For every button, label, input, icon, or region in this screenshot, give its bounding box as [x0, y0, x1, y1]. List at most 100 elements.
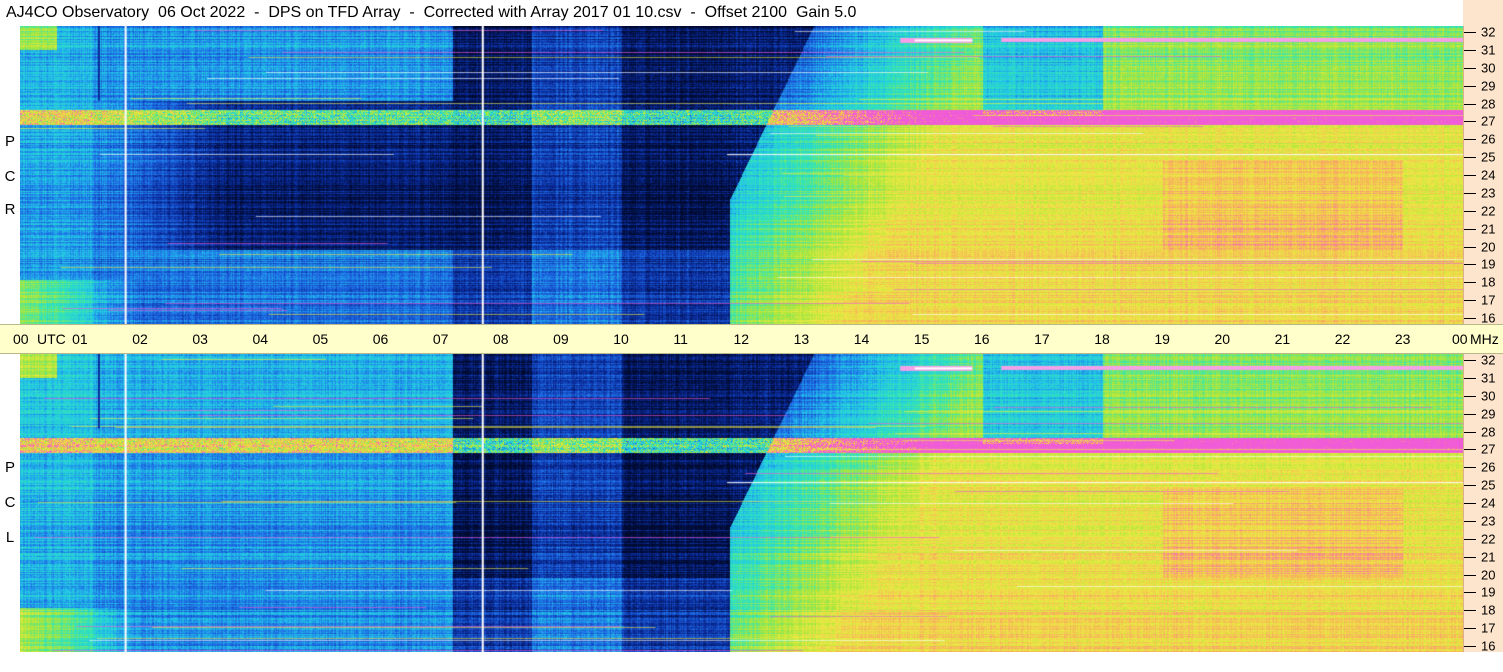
time-tick-label: 03: [192, 331, 208, 347]
time-tick-label: 12: [733, 331, 750, 347]
frequency-tick: [1464, 360, 1476, 361]
time-tick-label: 20: [1214, 331, 1231, 347]
time-tick-label: 00: [13, 331, 29, 347]
frequency-tick-label: 20: [1481, 239, 1496, 254]
frequency-tick-label: 19: [1481, 256, 1496, 272]
utc-unit-label: UTC: [37, 331, 66, 347]
frequency-tick-label: 18: [1481, 602, 1496, 618]
frequency-tick: [1464, 192, 1476, 194]
frequency-tick: [1464, 628, 1476, 630]
frequency-tick-label: 25: [1481, 149, 1496, 165]
frequency-tick: [1464, 503, 1476, 504]
rcp-spectrogram: [20, 26, 1463, 324]
lcp-frequency-axis: 16 17 18 19 20 21 22 23 24 25 26 27 28 29 30 31 32: [1463, 352, 1503, 654]
frequency-tick: [1464, 318, 1476, 319]
frequency-tick-label: 29: [1481, 406, 1496, 422]
frequency-tick-label: 26: [1481, 131, 1496, 147]
utc-time-axis: 00 01 02 03 04 05 06 07 08 09 10 11 12 13 14 15 16 17 18 19…: [0, 324, 1503, 354]
frequency-tick-label: 18: [1481, 274, 1496, 290]
frequency-tick: [1464, 49, 1476, 51]
lcp-letter-c: C: [4, 494, 16, 511]
frequency-tick-label: 24: [1481, 495, 1496, 511]
frequency-tick-label: 17: [1481, 620, 1496, 636]
time-tick-label: 07: [432, 331, 449, 347]
time-tick-label: 23: [1394, 331, 1411, 347]
time-tick-label: 05: [312, 331, 329, 347]
frequency-tick: [1464, 246, 1476, 248]
time-tick-label: 06: [372, 331, 389, 347]
frequency-tick: [1464, 157, 1476, 159]
time-tick-label: 19: [1154, 331, 1170, 347]
frequency-tick-label: 20: [1481, 567, 1496, 582]
time-tick-label: 01: [72, 331, 88, 347]
frequency-tick-label: 19: [1481, 584, 1496, 600]
frequency-tick-label: 32: [1481, 24, 1496, 40]
frequency-tick-label: 28: [1481, 96, 1496, 111]
frequency-tick-label: 23: [1481, 185, 1496, 201]
time-tick-label: 11: [673, 331, 688, 347]
frequency-tick: [1464, 485, 1476, 487]
frequency-tick: [1464, 538, 1476, 540]
frequency-tick: [1464, 228, 1476, 230]
frequency-tick: [1464, 32, 1476, 33]
time-tick-label: 15: [913, 331, 930, 347]
frequency-tick-label: 27: [1481, 441, 1496, 457]
frequency-tick: [1464, 610, 1476, 612]
time-tick-label: 09: [553, 331, 569, 347]
frequency-tick: [1464, 377, 1476, 379]
frequency-tick-label: 30: [1481, 60, 1496, 76]
time-tick-label: 02: [132, 331, 148, 347]
frequency-tick: [1464, 175, 1476, 176]
time-tick-label: 08: [493, 331, 509, 347]
frequency-tick: [1464, 556, 1476, 558]
time-tick-label: 16: [974, 331, 990, 347]
frequency-tick-label: 16: [1481, 310, 1496, 326]
rcp-letter-r: R: [4, 201, 16, 218]
frequency-tick-label: 16: [1481, 638, 1496, 654]
frequency-tick: [1464, 282, 1476, 284]
frequency-tick-label: 30: [1481, 388, 1496, 404]
frequency-tick-label: 22: [1481, 531, 1496, 547]
frequency-tick: [1464, 210, 1476, 212]
time-tick-label: 14: [853, 331, 870, 347]
frequency-tick: [1464, 121, 1476, 123]
lcp-letter-p: P: [4, 459, 15, 476]
frequency-tick: [1464, 592, 1476, 594]
title-bar-margin: [1463, 0, 1503, 26]
frequency-tick: [1464, 395, 1476, 397]
frequency-tick: [1464, 67, 1476, 69]
frequency-tick-label: 25: [1481, 477, 1496, 493]
frequency-tick: [1464, 85, 1476, 87]
frequency-tick: [1464, 139, 1476, 141]
time-tick-label: 13: [793, 331, 810, 347]
lcp-letter-l: L: [5, 529, 15, 546]
rcp-letter-p: P: [4, 133, 15, 150]
time-tick-label: 21: [1274, 331, 1291, 347]
frequency-tick-label: 21: [1481, 221, 1496, 237]
frequency-tick: [1464, 264, 1476, 266]
frequency-tick-label: 17: [1481, 292, 1496, 308]
time-tick-label: 10: [613, 331, 629, 347]
frequency-tick-label: 32: [1481, 352, 1496, 368]
frequency-tick-label: 28: [1481, 424, 1496, 439]
frequency-tick-label: 23: [1481, 513, 1496, 529]
frequency-tick: [1464, 103, 1476, 105]
frequency-tick: [1464, 467, 1476, 469]
frequency-tick-label: 22: [1481, 203, 1496, 219]
frequency-tick: [1464, 431, 1476, 433]
frequency-tick-label: 21: [1481, 549, 1496, 565]
time-tick-label: 00: [1452, 331, 1468, 347]
frequency-tick: [1464, 413, 1476, 415]
time-tick-label: 18: [1094, 331, 1110, 347]
rcp-letter-c: C: [4, 168, 16, 185]
mhz-unit-label: MHz: [1470, 331, 1499, 347]
chart-title: AJ4CO Observatory 06 Oct 2022 - DPS on T…: [0, 0, 1503, 26]
frequency-tick-label: 27: [1481, 113, 1496, 129]
frequency-tick: [1464, 300, 1476, 302]
frequency-tick: [1464, 574, 1476, 576]
frequency-tick-label: 24: [1481, 167, 1496, 183]
frequency-tick-label: 31: [1481, 370, 1496, 386]
time-tick-label: 04: [252, 331, 269, 347]
time-tick-label: 17: [1034, 331, 1050, 347]
frequency-tick-label: 29: [1481, 78, 1496, 94]
